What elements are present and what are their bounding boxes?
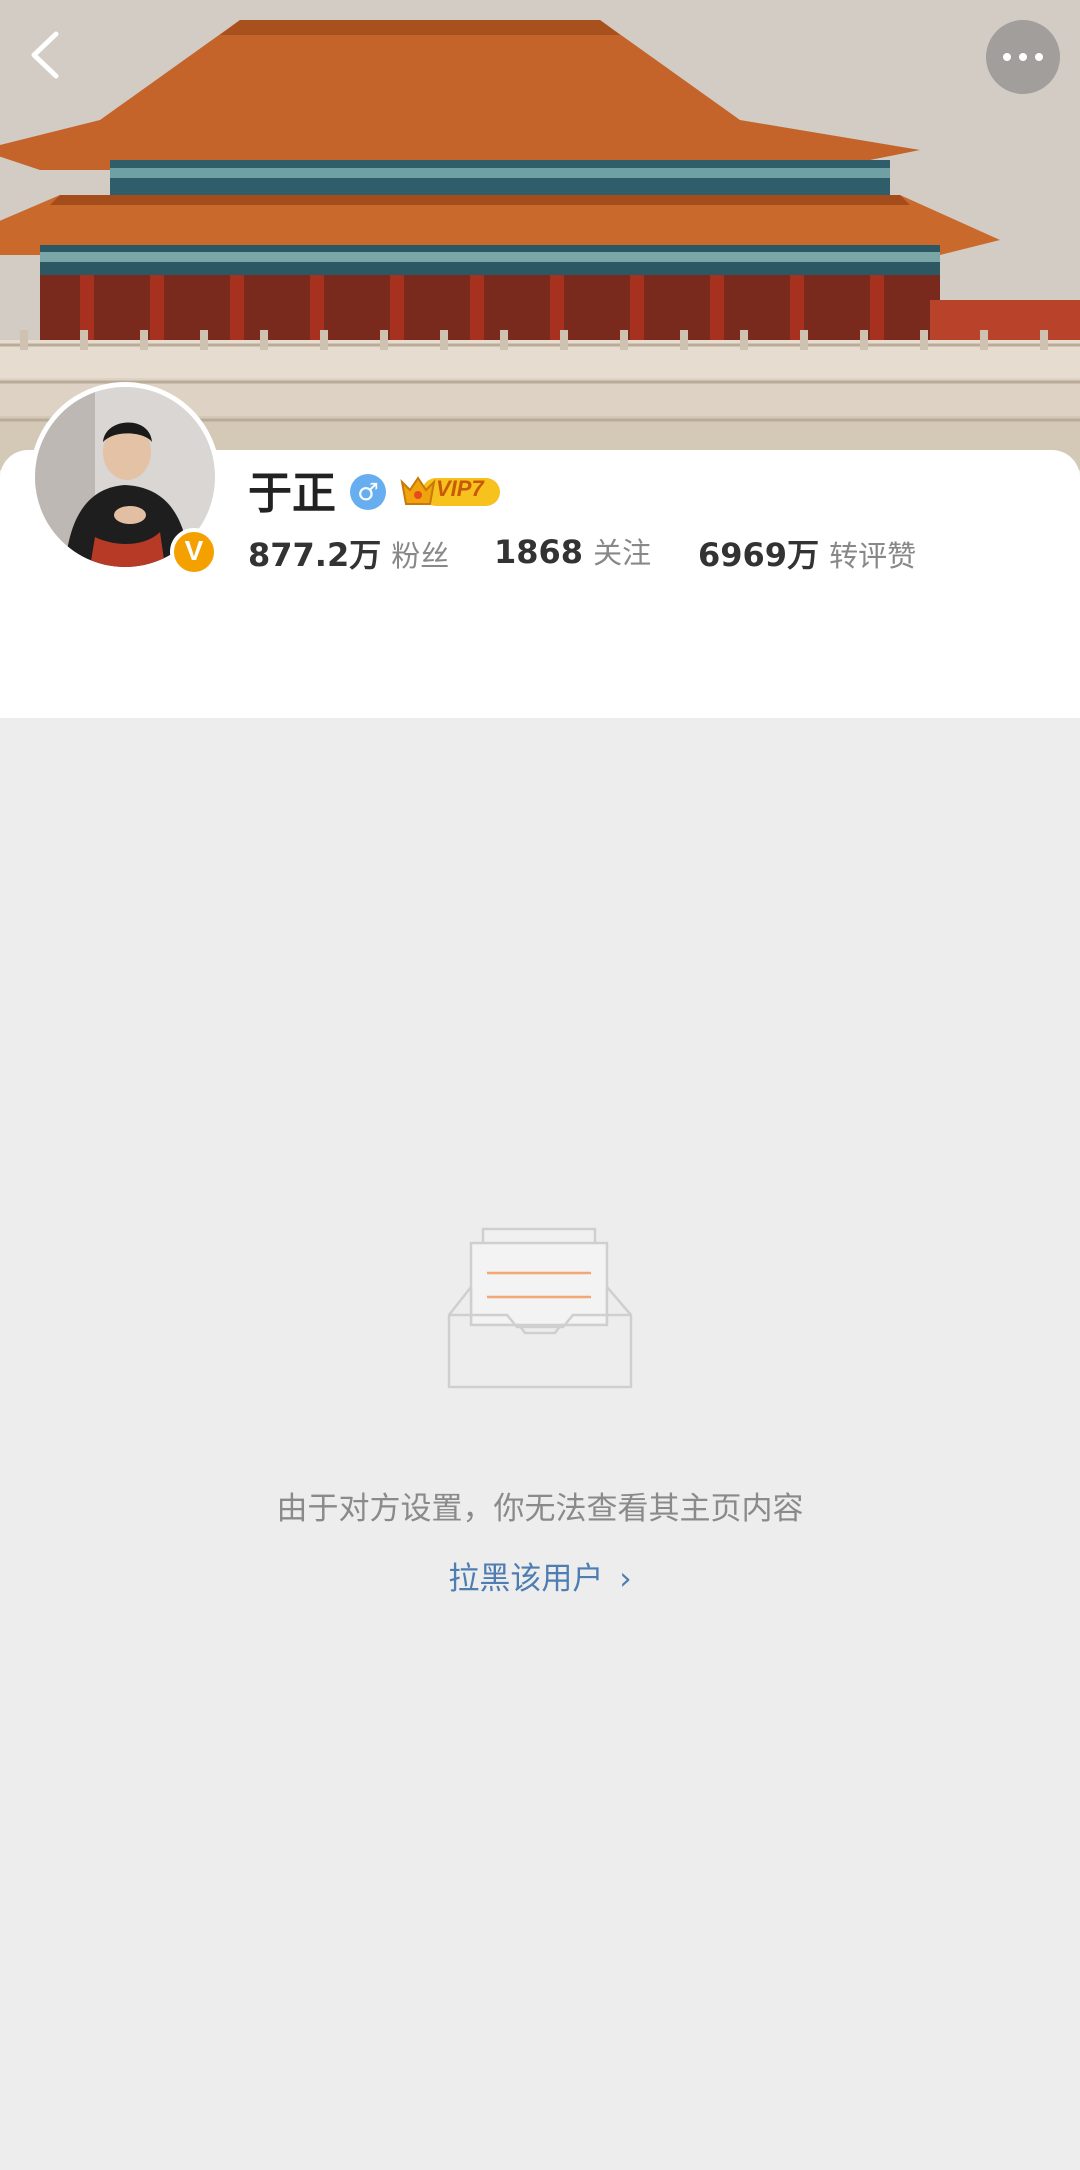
stat-label: 关注 xyxy=(593,536,652,570)
more-button[interactable] xyxy=(986,20,1060,94)
stat-label: 粉丝 xyxy=(391,539,450,573)
vip-badge[interactable]: VIP7 xyxy=(398,470,504,512)
stat-reposts-comments-likes[interactable]: 6969万 转评赞 xyxy=(698,530,916,576)
stat-following[interactable]: 1868 关注 xyxy=(494,530,651,572)
back-button[interactable] xyxy=(18,20,78,90)
profile-name: 于正 xyxy=(248,468,336,519)
stat-value: 877.2万 xyxy=(248,536,382,574)
vip-label: VIP7 xyxy=(436,476,484,501)
more-horizontal-icon xyxy=(1003,53,1011,61)
stat-value: 6969万 xyxy=(698,536,820,574)
male-icon: ♂ xyxy=(350,474,386,510)
profile-stats: 877.2万 粉丝 1868 关注 6969万 转评赞 xyxy=(0,530,1080,574)
block-user-label: 拉黑该用户 xyxy=(448,1561,604,1597)
chevron-right-icon: › xyxy=(619,1561,632,1597)
restricted-message: 由于对方设置，你无法查看其主页内容 xyxy=(276,1491,804,1527)
chevron-left-icon xyxy=(31,31,59,79)
stat-value: 1868 xyxy=(494,533,584,571)
block-user-link[interactable]: 拉黑该用户 › xyxy=(0,1553,1080,1598)
stat-label: 转评赞 xyxy=(829,539,917,573)
empty-inbox-icon xyxy=(445,1225,635,1395)
stat-followers[interactable]: 877.2万 粉丝 xyxy=(248,530,449,576)
